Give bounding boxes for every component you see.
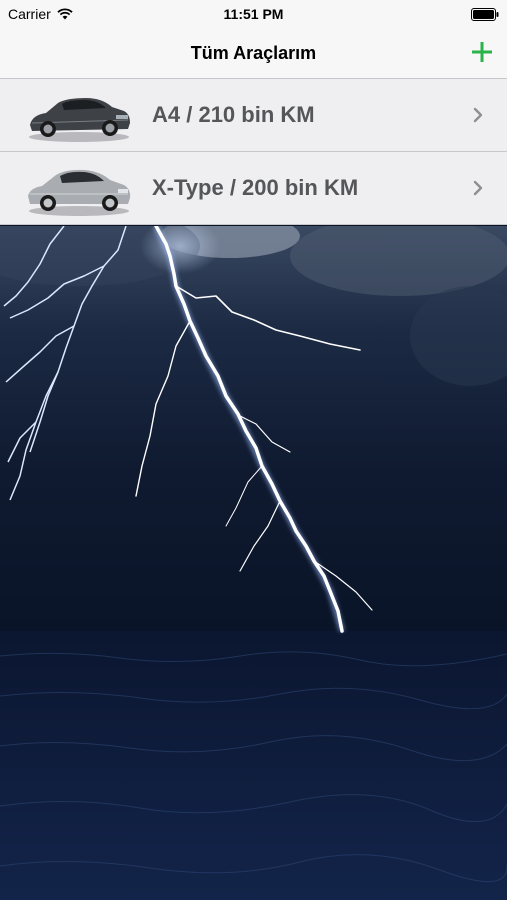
car-thumbnail [29, 98, 130, 142]
add-vehicle-button[interactable] [467, 37, 497, 67]
page-title: Tüm Araçlarım [190, 43, 317, 63]
status-time: 11:51 PM [223, 6, 284, 22]
chevron-right-icon [473, 107, 483, 123]
status-bar: Carrier 11:51 PM [0, 0, 507, 28]
vehicle-label: X-Type / 200 bin KM [152, 175, 359, 200]
vehicle-list: A4 / 210 bin KM X-Type / 200 bin KM [0, 79, 507, 225]
background-image [0, 226, 507, 900]
plus-icon [472, 42, 492, 62]
car-thumbnail [28, 169, 131, 216]
vehicle-label: A4 / 210 bin KM [152, 102, 315, 127]
vehicle-row-x-type[interactable]: X-Type / 200 bin KM [0, 152, 507, 225]
vehicle-row-a4[interactable]: A4 / 210 bin KM [0, 79, 507, 152]
lightning-scene [0, 226, 507, 900]
navigation-bar: Tüm Araçlarım [0, 28, 507, 79]
chevron-right-icon [473, 180, 483, 196]
